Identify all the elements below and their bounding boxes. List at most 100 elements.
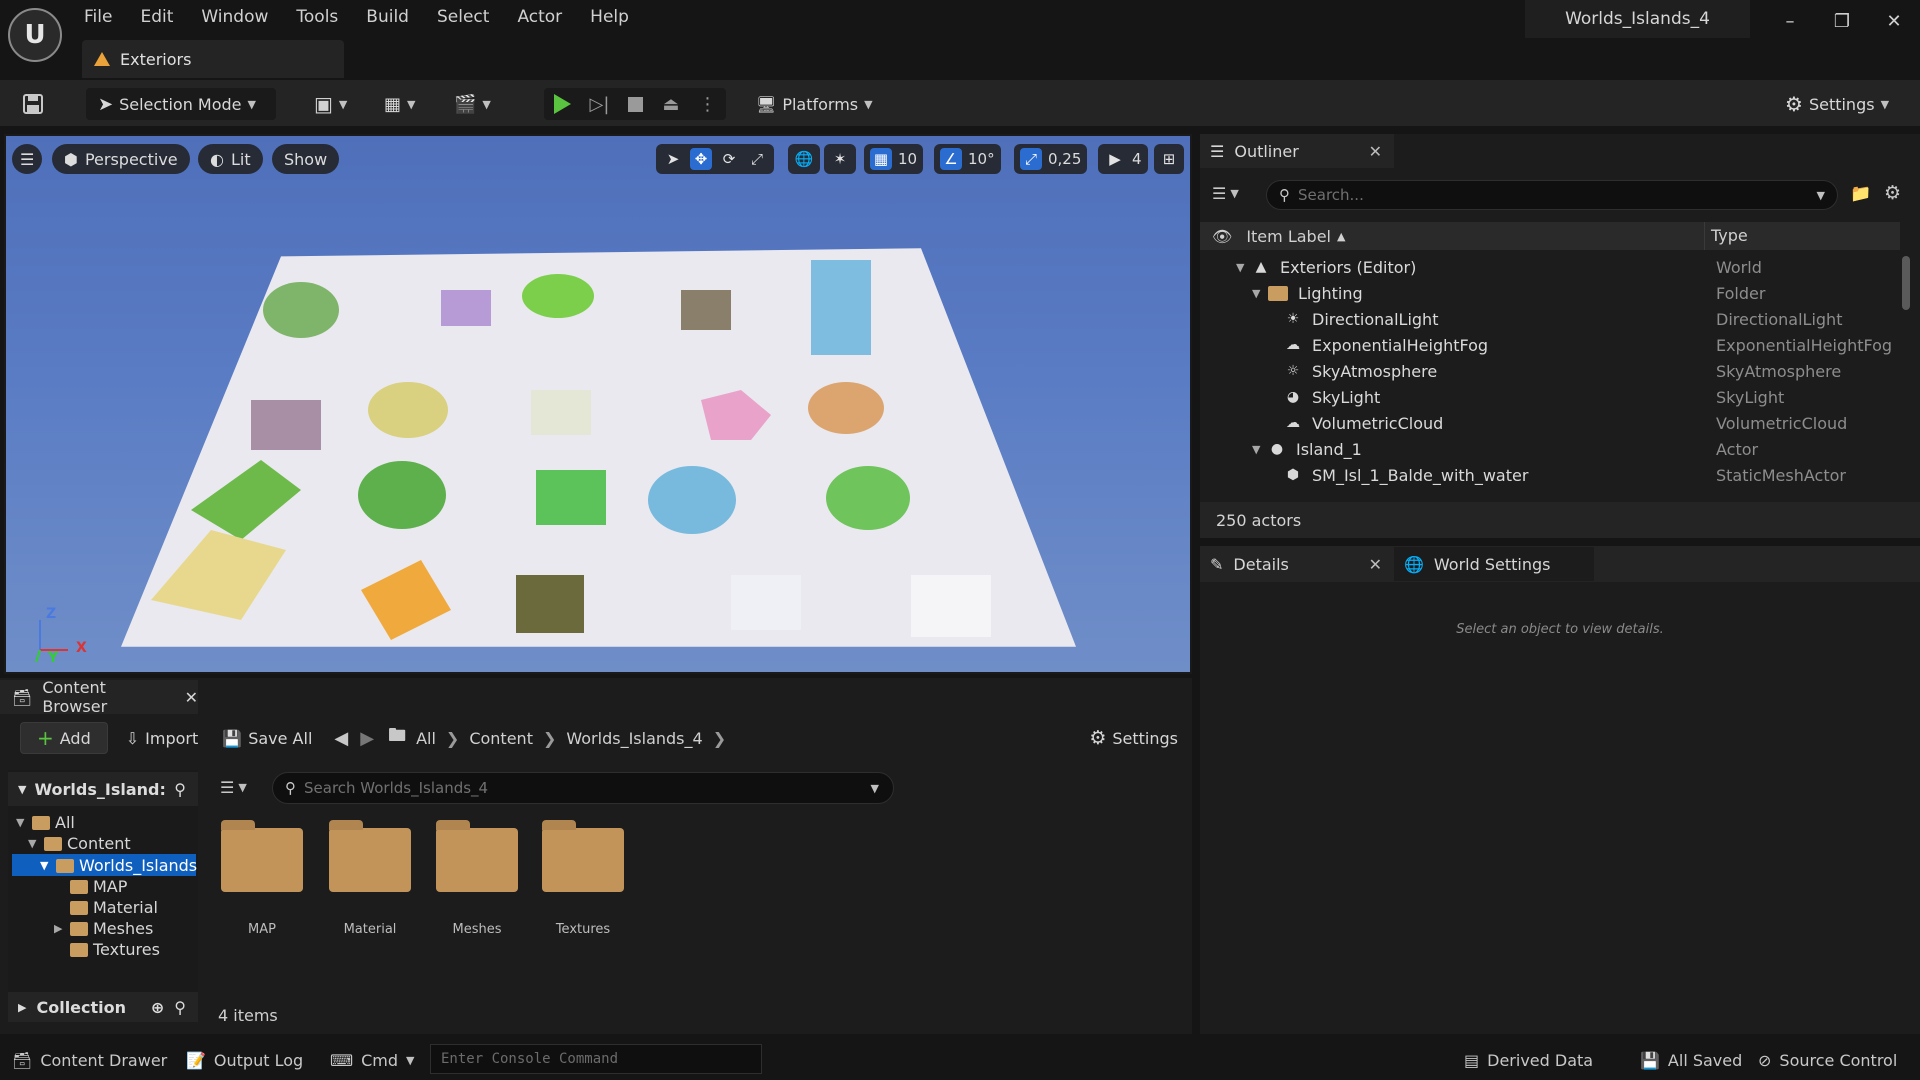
world-settings-tab[interactable]: 🌐 World Settings	[1394, 547, 1594, 581]
asset-folder-meshes[interactable]: Meshes	[427, 820, 527, 944]
translate-icon[interactable]: ✥	[690, 148, 712, 170]
content-browser-tab[interactable]: 🗃 Content Browser ✕	[0, 678, 198, 716]
menu-build[interactable]: Build	[352, 2, 423, 32]
breadcrumb-content[interactable]: Content	[469, 729, 533, 748]
close-icon[interactable]: ✕	[185, 688, 198, 707]
expand-arrow-icon[interactable]: ▼	[28, 837, 44, 850]
menu-actor[interactable]: Actor	[503, 2, 576, 32]
scale-icon[interactable]: ⤢	[746, 148, 768, 170]
add-collection-icon[interactable]: ⊕	[151, 998, 164, 1017]
cinematics-button[interactable]: 🎬 ▼	[454, 88, 491, 120]
outliner-row[interactable]: ☁ VolumetricCloud VolumetricCloud	[1200, 410, 1900, 436]
close-icon[interactable]: ✕	[1369, 142, 1382, 161]
output-log-button[interactable]: 📝 Output Log	[186, 1046, 303, 1074]
content-settings-button[interactable]: ⚙ Settings	[1089, 722, 1178, 754]
gear-icon[interactable]: ⚙	[1884, 182, 1901, 204]
search-icon[interactable]: ⚲	[174, 780, 186, 799]
chevron-down-icon[interactable]: ▼	[871, 782, 879, 795]
tree-item-worlds-islands[interactable]: ▼ Worlds_Islands	[40, 855, 197, 876]
save-button[interactable]	[18, 88, 48, 120]
source-control-button[interactable]: ⊘ Source Control	[1758, 1046, 1897, 1074]
eye-icon[interactable]: 👁	[1212, 227, 1232, 246]
asset-folder-textures[interactable]: Textures	[533, 820, 633, 944]
outliner-row[interactable]: ▼ Lighting Folder	[1200, 280, 1900, 306]
platforms-dropdown[interactable]: 🖥 Platforms ▼	[756, 88, 886, 120]
restore-icon[interactable]: ❐	[1822, 4, 1862, 38]
breadcrumb-all[interactable]: All	[416, 729, 436, 748]
selection-mode-dropdown[interactable]: ➤ Selection Mode ▼	[86, 88, 276, 120]
menu-help[interactable]: Help	[576, 2, 643, 32]
level-tab[interactable]: Exteriors	[82, 40, 344, 78]
outliner-row[interactable]: ⬢ SM_Isl_1_Balde_with_water StaticMeshAc…	[1200, 462, 1900, 488]
asset-folder-map[interactable]: MAP	[212, 820, 312, 944]
expand-arrow-icon[interactable]: ▼	[1252, 287, 1268, 300]
outliner-row[interactable]: ☼ SkyAtmosphere SkyAtmosphere	[1200, 358, 1900, 384]
column-item-label[interactable]: Item Label	[1246, 227, 1331, 246]
play-icon[interactable]	[553, 94, 571, 114]
breadcrumb-worlds[interactable]: Worlds_Islands_4	[566, 729, 702, 748]
outliner-row[interactable]: ▼ ▲ Exteriors (Editor) World	[1200, 254, 1900, 280]
outliner-row[interactable]: ◕ SkyLight SkyLight	[1200, 384, 1900, 410]
outliner-tab[interactable]: ☰ Outliner ✕	[1200, 134, 1394, 168]
blueprints-button[interactable]: ▦ ▼	[384, 88, 415, 120]
tree-item-material[interactable]: Material	[70, 897, 158, 918]
add-actor-button[interactable]: ▣ ▼	[314, 88, 347, 120]
folder-icon[interactable]: 🖿	[388, 723, 406, 753]
tree-item-meshes[interactable]: ▶ Meshes	[54, 918, 153, 939]
grid-snap-button[interactable]: ▦ 10	[864, 144, 924, 174]
cmd-dropdown[interactable]: ⌨ Cmd ▼	[330, 1046, 414, 1074]
unreal-logo-icon[interactable]: U	[8, 8, 62, 62]
stop-icon[interactable]	[628, 96, 644, 112]
outliner-row[interactable]: ☀ DirectionalLight DirectionalLight	[1200, 306, 1900, 332]
menu-select[interactable]: Select	[423, 2, 503, 32]
expand-arrow-icon[interactable]: ▼	[18, 783, 26, 796]
scale-snap-button[interactable]: ⤢ 0,25	[1014, 144, 1088, 174]
menu-edit[interactable]: Edit	[126, 2, 187, 32]
new-folder-icon[interactable]: 📁	[1850, 184, 1871, 204]
layout-button[interactable]: ⊞	[1154, 144, 1184, 174]
expand-arrow-right-icon[interactable]: ▶	[54, 922, 70, 935]
close-icon[interactable]: ✕	[1369, 555, 1382, 574]
sources-header[interactable]: ▼ Worlds_Island: ⚲	[8, 772, 198, 806]
collection-header[interactable]: ▶ Collection ⊕ ⚲	[8, 992, 198, 1022]
asset-folder-material[interactable]: Material	[320, 820, 420, 944]
eject-icon[interactable]: ⏏	[662, 94, 679, 115]
rotate-icon[interactable]: ⟳	[718, 148, 740, 170]
column-type[interactable]: Type	[1704, 222, 1748, 250]
camera-speed-button[interactable]: ▶ 4	[1098, 144, 1148, 174]
import-button[interactable]: ⇩ Import	[126, 722, 199, 754]
step-icon[interactable]: ▷|	[590, 94, 610, 115]
tree-item-map[interactable]: MAP	[70, 876, 127, 897]
more-options-icon[interactable]: ⋮	[698, 94, 716, 115]
level-viewport[interactable]: ☰ ⬢ Perspective ◐ Lit Show ➤ ✥ ⟳ ⤢ 🌐 ✶ ▦…	[4, 134, 1192, 674]
show-button[interactable]: Show	[272, 144, 340, 174]
outliner-row[interactable]: ☁ ExponentialHeightFog ExponentialHeight…	[1200, 332, 1900, 358]
settings-dropdown[interactable]: ⚙ Settings ▼	[1785, 88, 1905, 120]
all-saved-button[interactable]: 💾 All Saved	[1640, 1046, 1742, 1074]
outliner-row[interactable]: ▼ ● Island_1 Actor	[1200, 436, 1900, 462]
tree-item-textures[interactable]: Textures	[70, 939, 160, 960]
search-icon[interactable]: ⚲	[174, 998, 186, 1017]
close-icon[interactable]: ✕	[1874, 4, 1914, 38]
asset-filter-button[interactable]: ☰ ▼	[220, 778, 247, 797]
coordinate-system-button[interactable]: 🌐	[788, 144, 820, 174]
expand-arrow-right-icon[interactable]: ▶	[18, 1001, 26, 1014]
tree-item-all[interactable]: ▼ All	[16, 812, 75, 833]
menu-tools[interactable]: Tools	[282, 2, 352, 32]
add-button[interactable]: + Add	[20, 722, 108, 754]
details-tab[interactable]: ✎ Details ✕	[1200, 547, 1394, 581]
perspective-button[interactable]: ⬢ Perspective	[52, 144, 190, 174]
expand-arrow-icon[interactable]: ▼	[1252, 443, 1268, 456]
back-icon[interactable]: ◀	[334, 728, 348, 749]
console-input[interactable]: Enter Console Command	[430, 1044, 762, 1074]
expand-arrow-icon[interactable]: ▼	[16, 816, 32, 829]
menu-window[interactable]: Window	[187, 2, 282, 32]
save-all-button[interactable]: 💾 Save All	[222, 722, 312, 754]
derived-data-button[interactable]: ▤ Derived Data	[1464, 1046, 1593, 1074]
viewport-menu-button[interactable]: ☰	[12, 144, 43, 174]
minimize-icon[interactable]: –	[1770, 4, 1810, 38]
outliner-scrollbar[interactable]	[1902, 256, 1910, 310]
tree-item-content[interactable]: ▼ Content	[28, 833, 131, 854]
expand-arrow-icon[interactable]: ▼	[1236, 261, 1252, 274]
asset-search-input[interactable]: ⚲ Search Worlds_Islands_4 ▼	[272, 772, 894, 804]
